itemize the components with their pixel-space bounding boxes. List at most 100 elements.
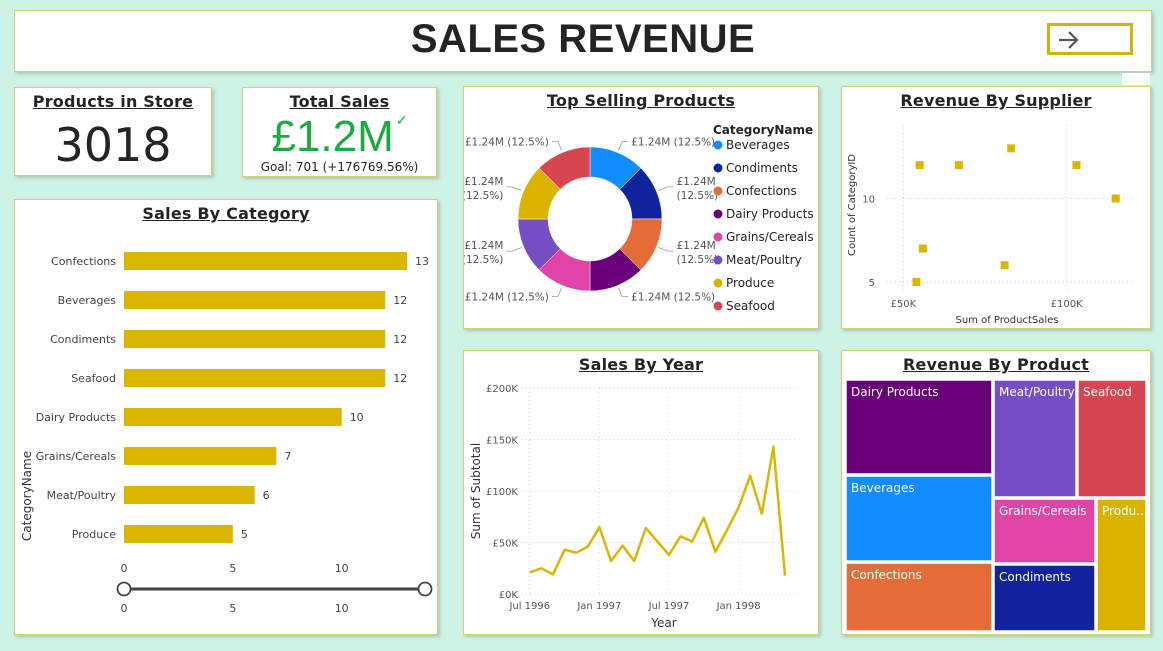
scatter-x-axis-label: Sum of ProductSales [955,315,1058,326]
scatter-point[interactable] [954,161,963,170]
treemap-tile-label: Confections [851,568,922,582]
sales-line-series [529,445,787,576]
donut-leader-line [658,186,674,192]
category-bar[interactable] [124,252,407,270]
category-tick-label: Confections [51,255,116,268]
line-y-tick-label: £150K [486,436,518,447]
legend-item-label[interactable]: Dairy Products [726,207,814,221]
category-bar[interactable] [124,291,386,309]
category-bar-value-label: 12 [393,333,407,346]
treemap-tile-label: Meat/Poultry [999,385,1075,399]
treemap-tile-label: Condiments [999,570,1071,584]
scatter-x-tick-label: £50K [891,299,917,310]
category-bar[interactable] [124,369,386,387]
sales-by-year-line-chart: £0K £50K £100K £150K £200K Jul 1996 Jan 1997 Ju… [469,384,798,630]
category-bar[interactable] [124,408,342,426]
donut-data-label: £1.24M (12.5%) [677,240,719,266]
page-title: SALES REVENUE [410,17,756,61]
donut-data-label: £1.24M (12.5%) [677,176,719,202]
legend-item-label[interactable]: Confections [726,184,797,198]
kpi-sales-value-row: £1.2M ✓ [243,112,436,162]
revenue-by-supplier-scatter: £50K £100K 5 10 Sum of ProductSales Count o… [847,125,1132,326]
donut-leader-line [617,287,629,298]
range-slider[interactable]: 0 5 10 [116,581,433,616]
scatter-point[interactable] [1111,194,1120,203]
check-icon: ✓ [395,112,408,128]
category-tick-label: Grains/Cereals [36,450,117,463]
donut-data-label: £1.24M (12.5%) [465,292,549,304]
donut-leader-line [506,186,522,192]
scatter-point[interactable] [1007,144,1016,153]
revenue-by-product-card: Revenue By Product Dairy Products Beverag… [841,350,1151,635]
donut-data-label: £1.24M (12.5%) [464,176,503,202]
category-bar-value-label: 12 [393,372,407,385]
slider-tick-label: 10 [335,602,349,615]
legend-item-label[interactable]: Grains/Cereals [726,230,814,244]
category-bar-value-label: 13 [415,255,429,268]
legend-item-label[interactable]: Produce [726,276,774,290]
sales-by-category-bar-chart: Confections 13 Beverages 12 Condiments 12 Seaf… [20,252,433,616]
category-bar[interactable] [124,330,386,348]
slider-tick-label: 0 [121,602,128,615]
kpi-products-title: Products in Store [32,92,194,111]
header-banner: SALES REVENUE [14,10,1152,72]
category-tick-label: Meat/Poultry [47,489,117,502]
category-y-axis-label: CategoryName [20,451,34,541]
scatter-y-tick-label: 5 [869,278,875,289]
scatter-point[interactable] [1000,261,1009,270]
donut-data-label: £1.24M (12.5%) [464,240,503,266]
legend-marker [713,255,723,265]
category-bar[interactable] [124,486,255,504]
scatter-x-tick-label: £100K [1051,299,1083,310]
slider-handle-end[interactable] [417,581,433,597]
category-tick-label: Seafood [71,372,116,385]
category-bar[interactable] [124,525,233,543]
kpi-sales-title: Total Sales [289,92,390,111]
donut-leader-line [658,246,674,252]
treemap-tile-label: Dairy Products [851,385,939,399]
category-bar[interactable] [124,447,277,465]
legend-item-label[interactable]: Seafood [726,299,775,313]
donut-data-label: £1.24M (12.5%) [465,136,549,148]
category-tick-label: Beverages [58,294,117,307]
line-y-tick-label: £50K [492,539,518,550]
year-y-axis-label: Sum of Subtotal [469,443,483,539]
donut-leader-line [506,246,522,252]
kpi-card-total-sales: Total Sales £1.2M ✓ Goal: 701 (+176769.56… [242,87,437,177]
category-x-tick-label: 5 [229,562,236,575]
kpi-card-products: Products in Store 3018 [14,87,212,176]
navigate-next-button[interactable] [1047,23,1133,55]
scatter-point[interactable] [918,244,927,253]
kpi-sales-goal: Goal: 701 (+176769.56%) [260,160,419,174]
legend-marker [713,278,723,288]
line-x-tick-label: Jul 1996 [508,601,550,612]
donut-data-label: £1.24M (12.5%) [631,292,715,304]
legend-item-label[interactable]: Meat/Poultry [726,253,802,267]
arrow-right-icon [1059,31,1079,49]
scatter-point[interactable] [1072,161,1081,170]
top-selling-donut-chart: £1.24M (12.5%) £1.24M (12.5%) £1.24M (12.5%)… [464,123,814,313]
category-tick-label: Condiments [50,333,116,346]
category-x-tick-label: 0 [121,562,128,575]
kpi-products-value: 3018 [54,118,172,172]
scatter-y-tick-label: 10 [862,194,875,205]
category-tick-label: Produce [72,528,116,541]
scatter-y-axis-label: Count of CategoryID [847,154,858,256]
scatter-point[interactable] [912,277,921,286]
donut-leader-line [551,287,563,298]
legend-marker [713,186,723,196]
scatter-point[interactable] [915,161,924,170]
top-selling-products-card: Top Selling Products £1.24M (12.5%) £1.24… [463,86,819,329]
treemap-tile-label: Produ... [1102,504,1148,518]
category-bar-value-label: 7 [284,450,291,463]
treemap-tile[interactable] [1096,498,1147,632]
donut-leader-line [551,140,563,151]
category-x-tick-label: 10 [335,562,349,575]
legend-marker [713,301,723,311]
line-x-tick-label: Jul 1997 [648,601,690,612]
slider-handle-start[interactable] [116,581,132,597]
legend-item-label[interactable]: Condiments [726,161,798,175]
legend-item-label[interactable]: Beverages [726,138,790,152]
legend-marker [713,232,723,242]
legend-marker [713,140,723,150]
